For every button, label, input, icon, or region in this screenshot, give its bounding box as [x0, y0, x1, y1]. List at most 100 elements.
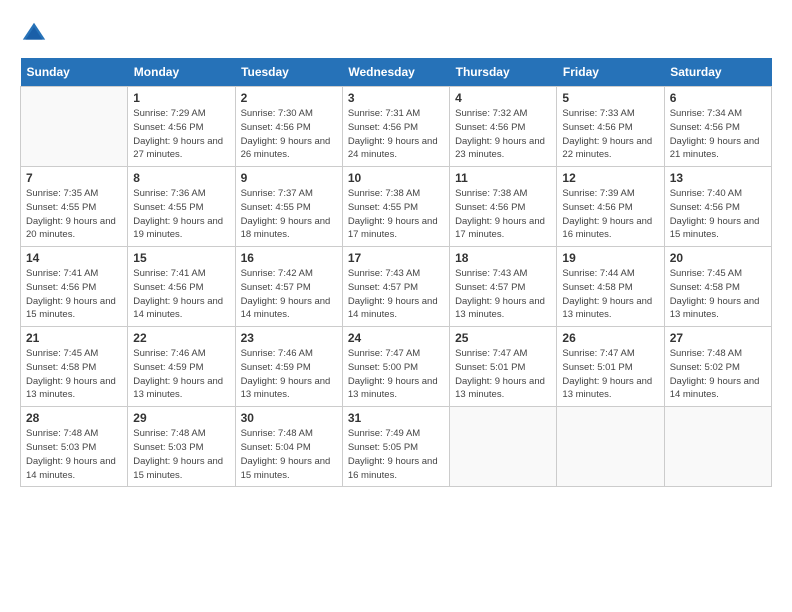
- day-info: Sunrise: 7:40 AMSunset: 4:56 PMDaylight:…: [670, 187, 766, 242]
- week-row-5: 28Sunrise: 7:48 AMSunset: 5:03 PMDayligh…: [21, 407, 772, 487]
- calendar-cell: 15 Sunrise: 7:41 AMSunset: 4:56 PMDayligh…: [128, 247, 235, 327]
- calendar: SundayMondayTuesdayWednesdayThursdayFrid…: [20, 58, 772, 487]
- calendar-cell: 2 Sunrise: 7:30 AMSunset: 4:56 PMDaylight…: [235, 87, 342, 167]
- calendar-cell: 28Sunrise: 7:48 AMSunset: 5:03 PMDayligh…: [21, 407, 128, 487]
- calendar-header-saturday: Saturday: [664, 58, 771, 87]
- calendar-cell: 5 Sunrise: 7:33 AMSunset: 4:56 PMDaylight…: [557, 87, 664, 167]
- day-number: 12: [562, 171, 658, 185]
- calendar-cell: [664, 407, 771, 487]
- calendar-cell: 20Sunrise: 7:45 AMSunset: 4:58 PMDayligh…: [664, 247, 771, 327]
- day-info: Sunrise: 7:35 AMSunset: 4:55 PMDaylight:…: [26, 187, 122, 242]
- day-number: 24: [348, 331, 444, 345]
- calendar-cell: 3 Sunrise: 7:31 AMSunset: 4:56 PMDaylight…: [342, 87, 449, 167]
- day-number: 21: [26, 331, 122, 345]
- day-info: Sunrise: 7:48 AMSunset: 5:03 PMDaylight:…: [26, 427, 122, 482]
- day-info: Sunrise: 7:33 AMSunset: 4:56 PMDaylight:…: [562, 107, 658, 162]
- calendar-cell: 22 Sunrise: 7:46 AMSunset: 4:59 PMDayligh…: [128, 327, 235, 407]
- calendar-header-friday: Friday: [557, 58, 664, 87]
- day-number: 13: [670, 171, 766, 185]
- day-number: 23: [241, 331, 337, 345]
- day-info: Sunrise: 7:46 AMSunset: 4:59 PMDaylight:…: [241, 347, 337, 402]
- day-info: Sunrise: 7:48 AMSunset: 5:04 PMDaylight:…: [241, 427, 337, 482]
- calendar-cell: 17Sunrise: 7:43 AMSunset: 4:57 PMDayligh…: [342, 247, 449, 327]
- day-info: Sunrise: 7:38 AMSunset: 4:55 PMDaylight:…: [348, 187, 444, 242]
- day-info: Sunrise: 7:38 AMSunset: 4:56 PMDaylight:…: [455, 187, 551, 242]
- day-number: 16: [241, 251, 337, 265]
- day-number: 20: [670, 251, 766, 265]
- day-number: 3: [348, 91, 444, 105]
- calendar-cell: 19 Sunrise: 7:44 AMSunset: 4:58 PMDayligh…: [557, 247, 664, 327]
- calendar-cell: 16 Sunrise: 7:42 AMSunset: 4:57 PMDayligh…: [235, 247, 342, 327]
- day-number: 31: [348, 411, 444, 425]
- calendar-cell: 8 Sunrise: 7:36 AMSunset: 4:55 PMDaylight…: [128, 167, 235, 247]
- day-info: Sunrise: 7:37 AMSunset: 4:55 PMDaylight:…: [241, 187, 337, 242]
- day-number: 26: [562, 331, 658, 345]
- calendar-header-row: SundayMondayTuesdayWednesdayThursdayFrid…: [21, 58, 772, 87]
- calendar-cell: 31 Sunrise: 7:49 AMSunset: 5:05 PMDayligh…: [342, 407, 449, 487]
- day-number: 5: [562, 91, 658, 105]
- day-number: 18: [455, 251, 551, 265]
- day-number: 30: [241, 411, 337, 425]
- day-number: 4: [455, 91, 551, 105]
- header: [20, 20, 772, 48]
- day-info: Sunrise: 7:43 AMSunset: 4:57 PMDaylight:…: [348, 267, 444, 322]
- day-info: Sunrise: 7:39 AMSunset: 4:56 PMDaylight:…: [562, 187, 658, 242]
- calendar-cell: 10 Sunrise: 7:38 AMSunset: 4:55 PMDayligh…: [342, 167, 449, 247]
- calendar-header-tuesday: Tuesday: [235, 58, 342, 87]
- day-number: 25: [455, 331, 551, 345]
- day-info: Sunrise: 7:42 AMSunset: 4:57 PMDaylight:…: [241, 267, 337, 322]
- calendar-header-thursday: Thursday: [450, 58, 557, 87]
- day-info: Sunrise: 7:49 AMSunset: 5:05 PMDaylight:…: [348, 427, 444, 482]
- calendar-cell: [21, 87, 128, 167]
- day-info: Sunrise: 7:48 AMSunset: 5:02 PMDaylight:…: [670, 347, 766, 402]
- calendar-cell: 4 Sunrise: 7:32 AMSunset: 4:56 PMDaylight…: [450, 87, 557, 167]
- week-row-2: 7 Sunrise: 7:35 AMSunset: 4:55 PMDaylight…: [21, 167, 772, 247]
- calendar-cell: 23 Sunrise: 7:46 AMSunset: 4:59 PMDayligh…: [235, 327, 342, 407]
- calendar-cell: 26 Sunrise: 7:47 AMSunset: 5:01 PMDayligh…: [557, 327, 664, 407]
- calendar-cell: 11 Sunrise: 7:38 AMSunset: 4:56 PMDayligh…: [450, 167, 557, 247]
- day-info: Sunrise: 7:41 AMSunset: 4:56 PMDaylight:…: [26, 267, 122, 322]
- day-number: 14: [26, 251, 122, 265]
- day-info: Sunrise: 7:45 AMSunset: 4:58 PMDaylight:…: [26, 347, 122, 402]
- calendar-cell: 29Sunrise: 7:48 AMSunset: 5:03 PMDayligh…: [128, 407, 235, 487]
- logo: [20, 20, 52, 48]
- calendar-cell: 9 Sunrise: 7:37 AMSunset: 4:55 PMDaylight…: [235, 167, 342, 247]
- week-row-4: 21 Sunrise: 7:45 AMSunset: 4:58 PMDayligh…: [21, 327, 772, 407]
- week-row-3: 14 Sunrise: 7:41 AMSunset: 4:56 PMDayligh…: [21, 247, 772, 327]
- day-number: 19: [562, 251, 658, 265]
- day-number: 8: [133, 171, 229, 185]
- day-info: Sunrise: 7:29 AMSunset: 4:56 PMDaylight:…: [133, 107, 229, 162]
- calendar-cell: [557, 407, 664, 487]
- day-info: Sunrise: 7:41 AMSunset: 4:56 PMDaylight:…: [133, 267, 229, 322]
- day-info: Sunrise: 7:46 AMSunset: 4:59 PMDaylight:…: [133, 347, 229, 402]
- calendar-cell: 30 Sunrise: 7:48 AMSunset: 5:04 PMDayligh…: [235, 407, 342, 487]
- day-number: 15: [133, 251, 229, 265]
- calendar-cell: [450, 407, 557, 487]
- calendar-cell: 13 Sunrise: 7:40 AMSunset: 4:56 PMDayligh…: [664, 167, 771, 247]
- day-info: Sunrise: 7:36 AMSunset: 4:55 PMDaylight:…: [133, 187, 229, 242]
- day-number: 29: [133, 411, 229, 425]
- calendar-cell: 12 Sunrise: 7:39 AMSunset: 4:56 PMDayligh…: [557, 167, 664, 247]
- day-number: 7: [26, 171, 122, 185]
- day-number: 11: [455, 171, 551, 185]
- calendar-cell: 24Sunrise: 7:47 AMSunset: 5:00 PMDayligh…: [342, 327, 449, 407]
- day-number: 22: [133, 331, 229, 345]
- day-info: Sunrise: 7:32 AMSunset: 4:56 PMDaylight:…: [455, 107, 551, 162]
- calendar-cell: 27 Sunrise: 7:48 AMSunset: 5:02 PMDayligh…: [664, 327, 771, 407]
- day-info: Sunrise: 7:47 AMSunset: 5:01 PMDaylight:…: [562, 347, 658, 402]
- day-number: 6: [670, 91, 766, 105]
- day-info: Sunrise: 7:31 AMSunset: 4:56 PMDaylight:…: [348, 107, 444, 162]
- day-info: Sunrise: 7:30 AMSunset: 4:56 PMDaylight:…: [241, 107, 337, 162]
- day-number: 2: [241, 91, 337, 105]
- calendar-cell: 21 Sunrise: 7:45 AMSunset: 4:58 PMDayligh…: [21, 327, 128, 407]
- day-number: 9: [241, 171, 337, 185]
- calendar-cell: 6 Sunrise: 7:34 AMSunset: 4:56 PMDaylight…: [664, 87, 771, 167]
- calendar-cell: 1Sunrise: 7:29 AMSunset: 4:56 PMDaylight…: [128, 87, 235, 167]
- day-info: Sunrise: 7:34 AMSunset: 4:56 PMDaylight:…: [670, 107, 766, 162]
- calendar-header-wednesday: Wednesday: [342, 58, 449, 87]
- calendar-header-sunday: Sunday: [21, 58, 128, 87]
- day-number: 10: [348, 171, 444, 185]
- day-number: 27: [670, 331, 766, 345]
- day-info: Sunrise: 7:44 AMSunset: 4:58 PMDaylight:…: [562, 267, 658, 322]
- week-row-1: 1Sunrise: 7:29 AMSunset: 4:56 PMDaylight…: [21, 87, 772, 167]
